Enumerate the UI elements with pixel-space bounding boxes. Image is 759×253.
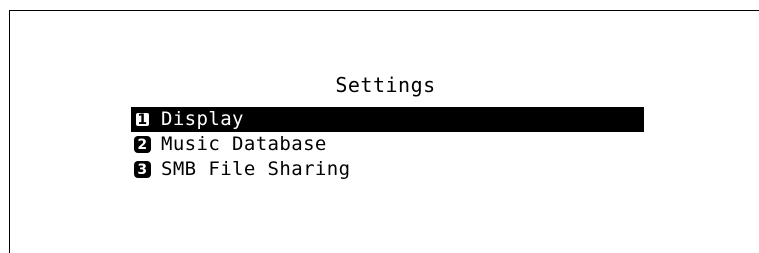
menu-item-display[interactable]: 1 Display: [131, 107, 644, 132]
settings-screen: Settings 1 Display 2 Music Database 3 SM…: [0, 0, 759, 253]
number-1-icon: 1: [134, 111, 151, 128]
menu-item-music-database[interactable]: 2 Music Database: [131, 132, 644, 157]
menu-item-smb-file-sharing[interactable]: 3 SMB File Sharing: [131, 157, 644, 182]
number-3-icon: 3: [134, 161, 151, 178]
page-title: Settings: [335, 73, 436, 97]
screen-border-top: [9, 10, 759, 11]
screen-border-left: [9, 10, 10, 253]
menu-item-label: Display: [161, 108, 244, 130]
menu-item-label: Music Database: [161, 133, 327, 155]
number-2-icon: 2: [134, 136, 151, 153]
settings-menu: 1 Display 2 Music Database 3 SMB File Sh…: [131, 107, 644, 182]
menu-item-label: SMB File Sharing: [161, 158, 351, 180]
